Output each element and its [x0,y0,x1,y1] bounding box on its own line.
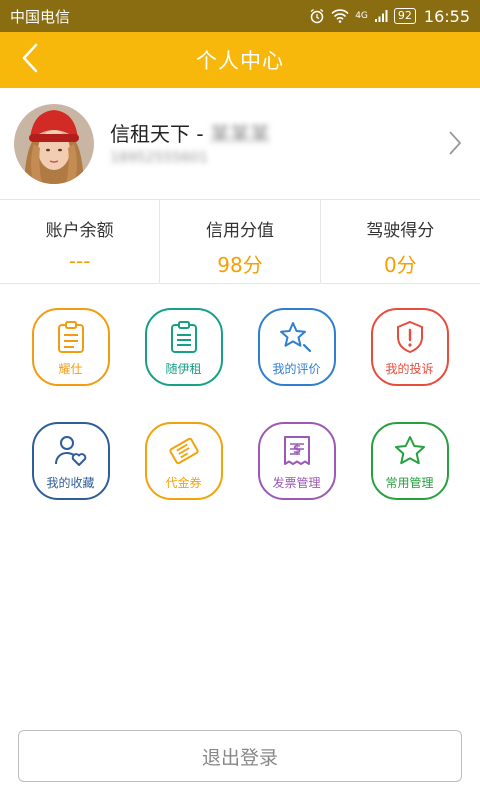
receipt-icon: $ [280,432,314,470]
profile-row[interactable]: 信租天下 - 某某某 18952555601 [0,88,480,200]
alarm-icon [309,8,325,24]
shield-alert-icon [395,318,425,356]
stats-row: 账户余额 --- 信用分值 98分 驾驶得分 0分 [0,200,480,284]
header-bar: 个人中心 [0,32,480,88]
menu-label: 我的投诉 [385,361,434,376]
menu-label: 随伊租 [165,361,202,376]
menu-label: 我的收藏 [46,475,95,490]
clipboard-icon [56,318,86,356]
menu-common-management-button[interactable]: 常用管理 [370,422,449,500]
clipboard-list-icon [169,318,199,356]
profile-name: 信租天下 - 某某某 [110,118,270,147]
network-label: 4G [355,10,368,21]
stat-value: 98分 [217,253,263,277]
stat-balance[interactable]: 账户余额 --- [0,200,161,283]
ticket-icon [167,432,201,470]
menu-label: 常用管理 [385,475,434,490]
menu-suiyizu-button[interactable]: 随伊租 [144,308,223,386]
profile-phone: 18952555601 [110,150,208,166]
menu-my-favorites-button[interactable]: 我的收藏 [31,422,110,500]
menu-invoice-button[interactable]: $ 发票管理 [257,422,336,500]
profile-name-label: 信租天下 - [110,122,204,146]
battery-level: 92 [393,8,416,24]
clock: 16:55 [423,6,470,26]
page-title: 个人中心 [196,49,284,73]
menu-yaoshi-button[interactable]: 耀仕 [31,308,110,386]
signal-icon [374,9,388,23]
star-comment-icon [279,318,315,356]
wifi-icon [331,9,349,23]
menu-vouchers-button[interactable]: 代金券 [144,422,223,500]
menu-my-reviews-button[interactable]: 我的评价 [257,308,336,386]
carrier-label: 中国电信 [10,7,71,26]
menu-label: 代金券 [165,475,202,490]
user-heart-icon [54,432,88,470]
stat-label: 信用分值 [205,221,274,241]
stat-label: 账户余额 [45,221,114,241]
avatar[interactable] [14,104,94,184]
svg-text:$: $ [292,442,300,456]
menu-grid: 耀仕 随伊租 我的评价 我的投诉 我的收藏 代金券 $ 发票管理 常用管理 [0,308,480,532]
profile-name-blurred: 某某某 [209,122,270,146]
stat-credit[interactable]: 信用分值 98分 [160,200,321,283]
chevron-right-icon [448,130,462,160]
logout-button[interactable]: 退出登录 [18,730,462,782]
menu-label: 耀仕 [58,361,83,376]
stat-value: --- [68,249,91,273]
stat-driving[interactable]: 驾驶得分 0分 [321,200,480,283]
star-icon [393,432,427,470]
menu-my-complaints-button[interactable]: 我的投诉 [370,308,449,386]
menu-label: 我的评价 [272,361,321,376]
chevron-left-icon [20,43,40,77]
stat-label: 驾驶得分 [366,221,435,241]
stat-value: 0分 [383,253,417,277]
status-bar: 中国电信 4G 92 16:55 [0,0,480,32]
back-button[interactable] [14,43,46,77]
menu-label: 发票管理 [272,475,321,490]
